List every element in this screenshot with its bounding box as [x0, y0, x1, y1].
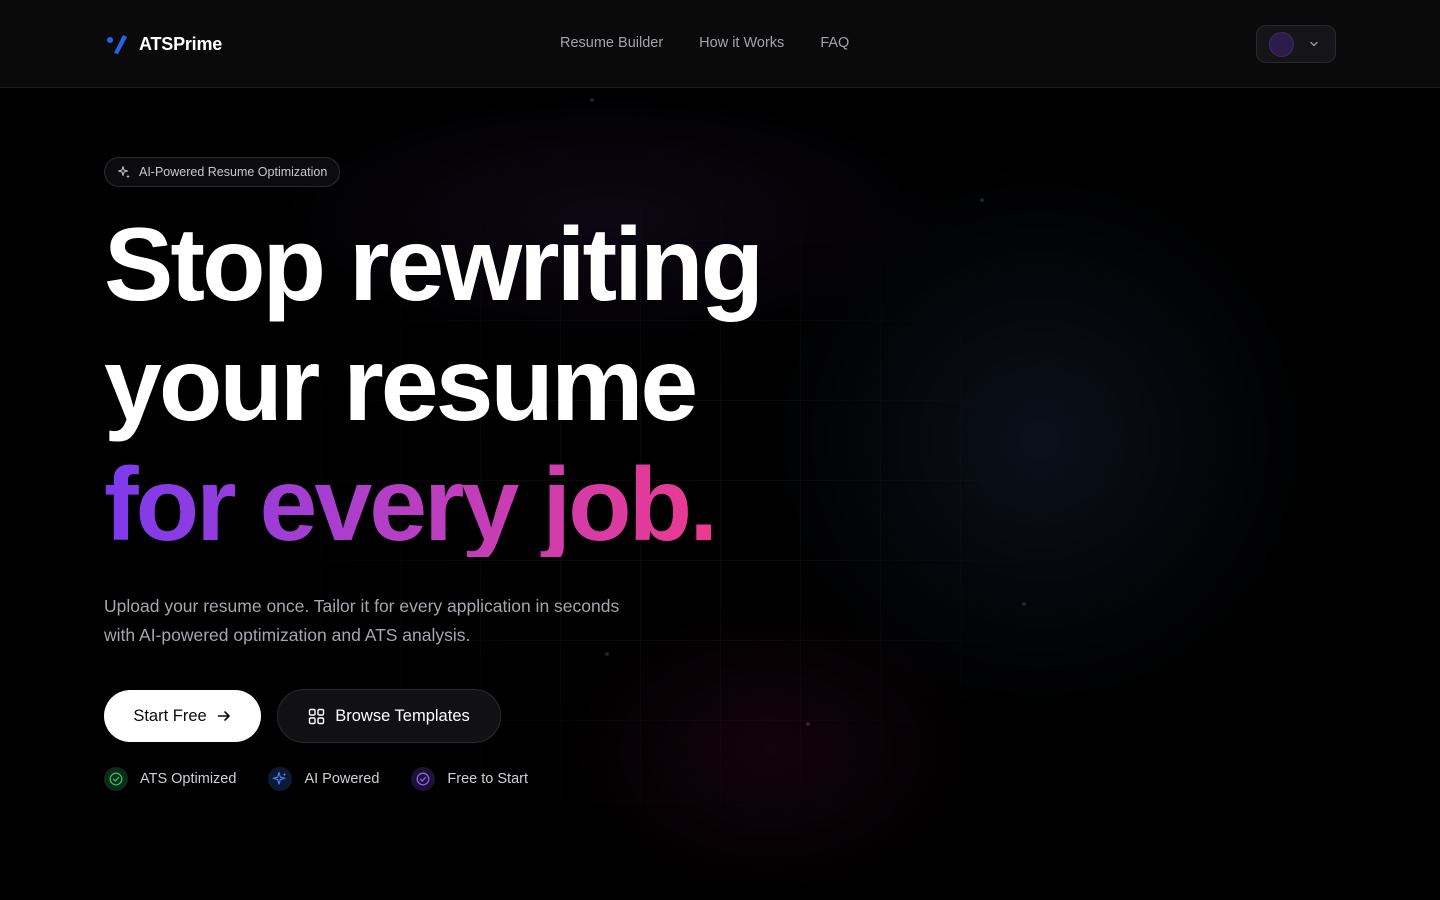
feature-ai-powered: AI Powered	[268, 767, 379, 791]
badge-label: AI-Powered Resume Optimization	[139, 165, 328, 179]
feature-list: ATS Optimized AI Powered Free to Start	[104, 767, 528, 791]
feature-label: Free to Start	[447, 771, 528, 787]
avatar	[1269, 31, 1294, 57]
background-dot	[806, 722, 810, 726]
account-menu-button[interactable]	[1256, 25, 1336, 63]
chevron-down-icon	[1310, 41, 1318, 47]
browse-templates-label: Browse Templates	[335, 706, 470, 725]
brand-logo[interactable]: ATSPrime	[106, 33, 222, 55]
background-dot	[590, 98, 594, 102]
background-dot	[605, 652, 609, 656]
nav-link-resume-builder[interactable]: Resume Builder	[560, 35, 663, 51]
feature-ats-optimized: ATS Optimized	[104, 767, 236, 791]
grid-icon	[309, 708, 325, 724]
check-circle-icon	[104, 767, 128, 791]
main-nav: Resume Builder How it Works FAQ	[560, 35, 849, 51]
sparkle-icon	[117, 165, 130, 179]
feature-label: ATS Optimized	[140, 771, 237, 787]
nav-link-how-it-works[interactable]: How it Works	[699, 35, 784, 51]
hero-headline-line-3: for every job.	[104, 447, 718, 563]
arrow-right-icon	[217, 711, 230, 721]
brand-mark-icon	[107, 35, 127, 54]
site-header: ATSPrime Resume Builder How it Works FAQ	[0, 0, 1440, 88]
background-dot	[1022, 602, 1026, 606]
feature-free-to-start: Free to Start	[411, 767, 528, 791]
sparkle-icon	[268, 767, 293, 791]
hero-subheading: Upload your resume once. Tailor it for e…	[104, 596, 620, 645]
hero-badge: AI-Powered Resume Optimization	[104, 157, 341, 187]
hero-headline-line-2: your resume	[104, 327, 698, 443]
feature-label: AI Powered	[304, 771, 380, 787]
start-free-button[interactable]: Start Free	[104, 690, 261, 742]
start-free-label: Start Free	[133, 706, 207, 725]
browse-templates-button[interactable]: Browse Templates	[277, 689, 501, 743]
brand-name: ATSPrime	[139, 33, 223, 54]
hero-headline-line-1: Stop rewriting	[104, 207, 764, 323]
background-dot	[980, 198, 984, 202]
check-circle-icon	[411, 767, 436, 791]
nav-link-faq[interactable]: FAQ	[820, 35, 849, 51]
